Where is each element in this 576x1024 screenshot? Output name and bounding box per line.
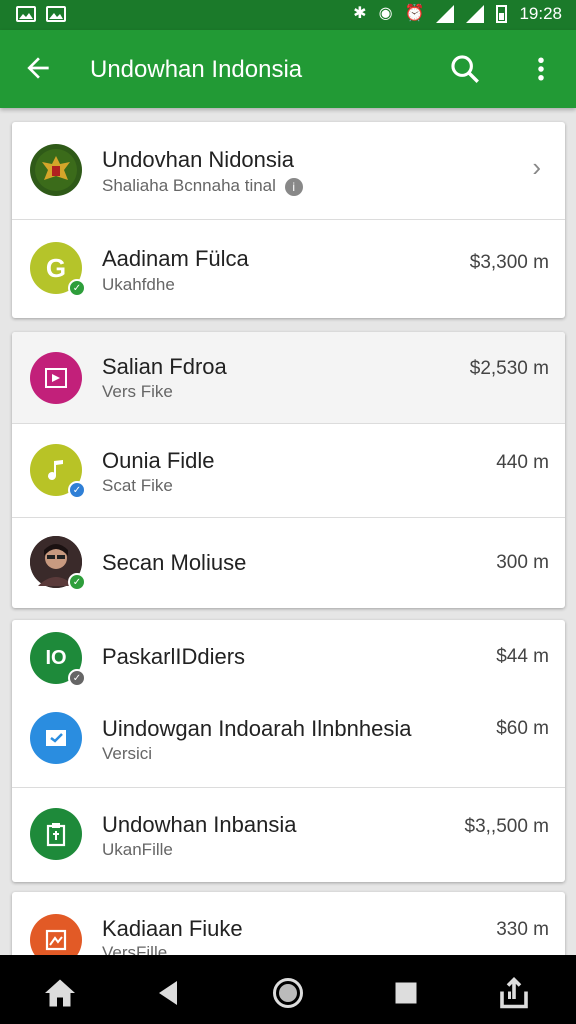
list-item[interactable]: Undovhan Nidonsia Shaliaha Bcnnaha tinal… <box>12 122 565 220</box>
check-badge-icon: ✓ <box>68 573 86 591</box>
row-value: 330 m <box>496 919 549 940</box>
clipboard-icon <box>30 808 82 860</box>
card-2: Salian Fdroa Vers Fike $2,530 m ✓ Ounia … <box>12 332 565 608</box>
garuda-emblem-icon <box>30 144 82 196</box>
navigation-bar <box>0 955 576 1024</box>
check-box-icon <box>30 712 82 764</box>
list-item[interactable]: Uindowgan Indoarah Ilnbnhesia Versici $6… <box>12 698 565 788</box>
row-subtitle: Scat Fike <box>102 476 173 495</box>
row-value: 440 m <box>496 452 549 473</box>
row-value: 300 m <box>496 552 549 573</box>
more-vert-icon[interactable] <box>526 52 556 86</box>
search-icon[interactable] <box>448 52 482 86</box>
list-item[interactable]: Salian Fdroa Vers Fike $2,530 m <box>12 332 565 424</box>
list-item[interactable]: Kadiaan Fiuke VersFille 330 m <box>12 892 565 962</box>
list-item[interactable]: IO ✓ PaskarlIDdiers $44 m <box>12 620 565 698</box>
row-subtitle: Shaliaha Bcnnaha tinal i <box>102 176 303 196</box>
list-item[interactable]: Undowhan Inbansia UkanFille $3,,500 m <box>12 788 565 882</box>
app-bar: Undowhan Indonsia <box>0 30 576 108</box>
share-icon[interactable] <box>496 975 532 1011</box>
row-value: $3,,500 m <box>464 816 550 837</box>
list-item[interactable]: ✓ Ounia Fidle Scat Fike 440 m <box>12 424 565 518</box>
row-title: Undovhan Nidonsia <box>102 147 295 172</box>
status-time: 19:28 <box>519 4 562 23</box>
recents-square-icon[interactable] <box>388 975 424 1011</box>
row-value: $60 m <box>496 718 549 739</box>
row-title: Undowhan Inbansia <box>102 812 297 837</box>
row-title: Salian Fdroa <box>102 354 227 379</box>
arrow-back-icon[interactable] <box>22 52 54 84</box>
status-bar: ✱ ◉ ⏰ 19:28 <box>0 0 576 30</box>
battery-icon <box>496 5 508 23</box>
wifi-icon: ◉ <box>378 5 393 22</box>
card-1: Undovhan Nidonsia Shaliaha Bcnnaha tinal… <box>12 122 565 318</box>
page-title: Undowhan Indonsia <box>90 56 303 83</box>
list-item[interactable]: G ✓ Aadinam Fülca Ukahfdhe $3,300 m <box>12 220 565 318</box>
avatar: IO ✓ <box>30 632 86 687</box>
bluetooth-icon: ✱ <box>353 5 367 22</box>
info-icon: i <box>284 177 303 196</box>
row-title: PaskarlIDdiers <box>102 644 246 669</box>
signal-icon <box>436 5 455 23</box>
check-badge-icon: ✓ <box>68 279 86 297</box>
card-4: Kadiaan Fiuke VersFille 330 m <box>12 892 565 962</box>
list-item[interactable]: ✓ Secan Moliuse 300 m <box>12 518 565 608</box>
signal-icon <box>466 5 485 23</box>
play-box-icon <box>30 352 82 404</box>
row-title: Secan Moliuse <box>102 550 247 575</box>
row-title: Uindowgan Indoarah Ilnbnhesia <box>102 716 412 741</box>
alarm-icon: ⏰ <box>404 5 425 22</box>
row-subtitle: Versici <box>102 744 153 763</box>
check-badge-icon: ✓ <box>68 481 86 499</box>
card-3: IO ✓ PaskarlIDdiers $44 m Uindowgan Indo… <box>12 620 565 882</box>
badge-icon: ✓ <box>68 669 86 687</box>
avatar: G ✓ <box>30 242 86 297</box>
row-title: Kadiaan Fiuke <box>102 916 243 941</box>
row-subtitle: UkanFille <box>102 840 173 859</box>
image-icon <box>46 6 66 22</box>
back-triangle-icon[interactable] <box>150 975 186 1011</box>
home-icon[interactable] <box>42 975 78 1011</box>
chevron-right-icon[interactable]: › <box>532 152 541 183</box>
avatar: ✓ <box>30 536 86 591</box>
row-title: Ounia Fidle <box>102 448 215 473</box>
row-value: $44 m <box>496 646 549 667</box>
home-circle-icon[interactable] <box>270 975 306 1011</box>
row-subtitle-text: Shaliaha Bcnnaha tinal <box>102 176 276 195</box>
row-subtitle: Vers Fike <box>102 382 173 401</box>
row-value: $2,530 m <box>469 358 549 379</box>
row-value: $3,300 m <box>469 252 549 273</box>
row-subtitle: Ukahfdhe <box>102 275 175 294</box>
music-note-icon: ✓ <box>30 444 86 499</box>
image-icon <box>16 6 36 22</box>
row-title: Aadinam Fülca <box>102 246 249 271</box>
